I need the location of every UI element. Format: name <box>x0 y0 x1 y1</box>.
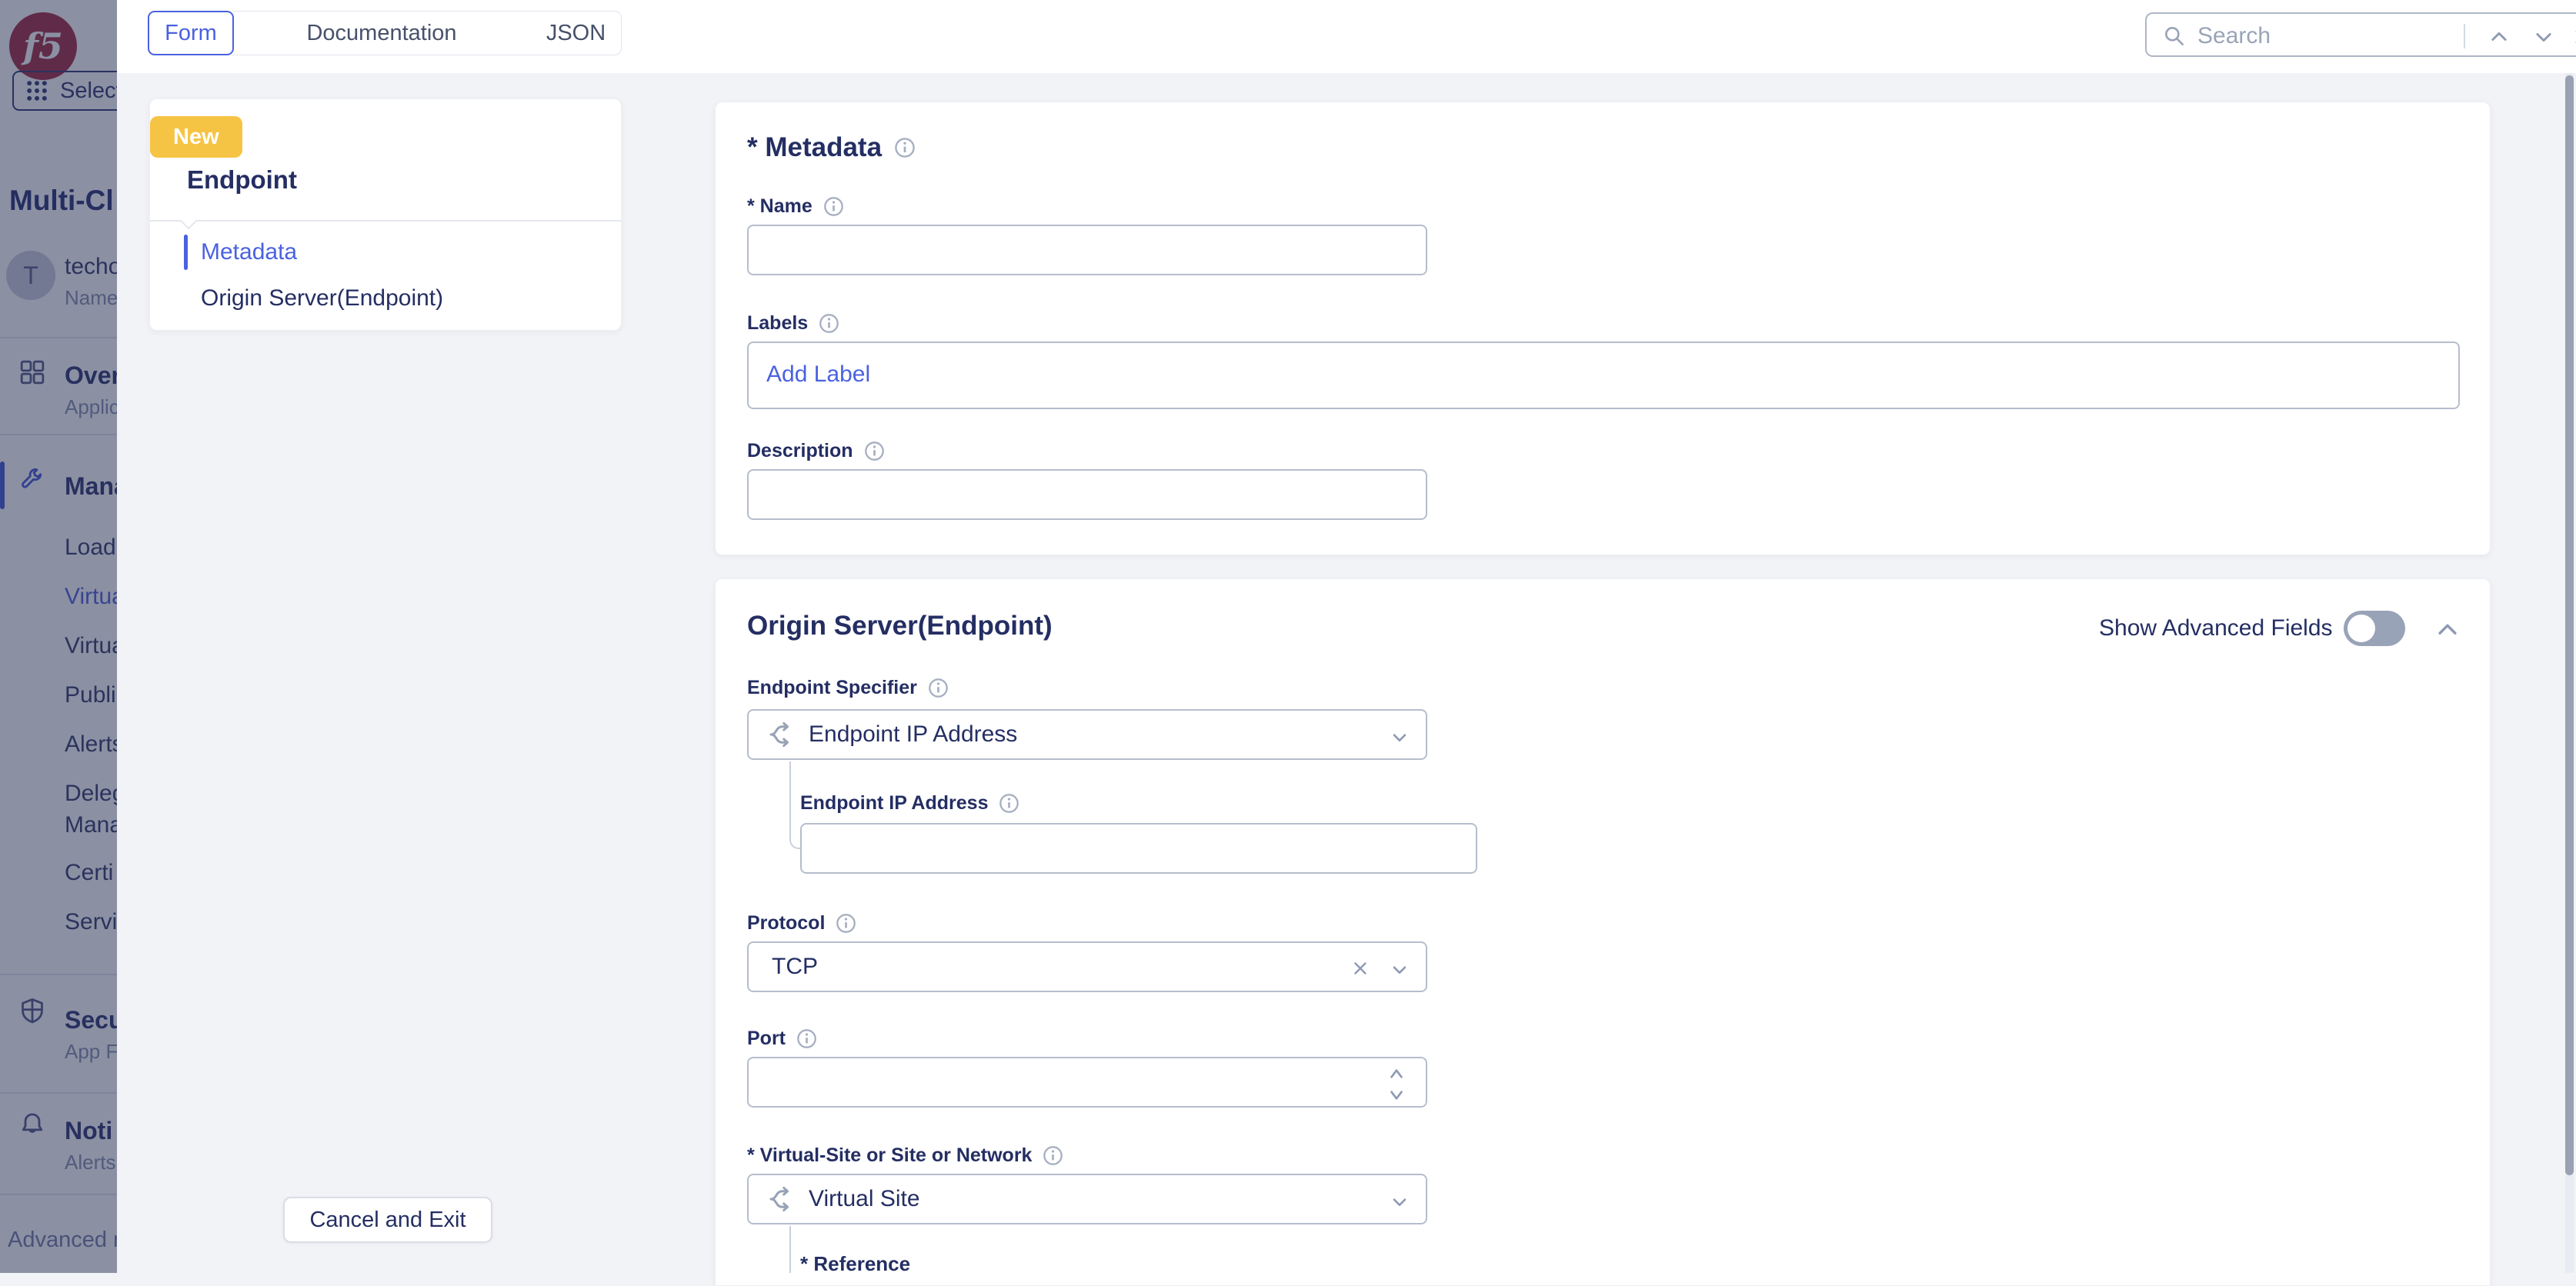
name-label-text: * Name <box>747 195 813 218</box>
divider <box>150 220 621 222</box>
show-advanced-fields-label: Show Advanced Fields <box>2099 615 2333 641</box>
site-value: Virtual Site <box>809 1186 920 1212</box>
search-placeholder: Search <box>2197 23 2271 49</box>
step-metadata[interactable]: Metadata <box>201 239 297 265</box>
endpoint-specifier-value: Endpoint IP Address <box>809 721 1017 748</box>
name-input[interactable] <box>747 225 1427 275</box>
protocol-label: Protocol <box>747 912 856 935</box>
endpoint-ip-label-text: Endpoint IP Address <box>800 792 988 815</box>
name-label: * Name <box>747 195 844 218</box>
tree-connector-line <box>789 761 791 801</box>
tab-json[interactable]: JSON <box>531 11 622 55</box>
reference-label: * Reference <box>800 1252 910 1276</box>
clear-value-icon[interactable] <box>1350 958 1370 978</box>
port-label-text: Port <box>747 1028 786 1050</box>
port-increment-icon[interactable] <box>1386 1066 1406 1081</box>
port-input[interactable] <box>747 1057 1427 1108</box>
info-icon[interactable] <box>819 313 839 334</box>
info-icon[interactable] <box>1043 1145 1063 1166</box>
info-icon[interactable] <box>836 913 856 934</box>
search-close-icon[interactable] <box>2571 26 2576 48</box>
endpoint-ip-label: Endpoint IP Address <box>800 792 1019 815</box>
tree-connector-line <box>789 1226 791 1273</box>
view-tabs: Form Documentation JSON <box>148 11 622 55</box>
one-of-branch-icon <box>766 720 795 749</box>
collapse-section-icon[interactable] <box>2434 617 2461 643</box>
info-icon[interactable] <box>999 793 1019 814</box>
description-label-text: Description <box>747 440 853 462</box>
endpoint-specifier-label-text: Endpoint Specifier <box>747 677 917 699</box>
origin-section-title-text: Origin Server(Endpoint) <box>747 611 1053 641</box>
chevron-down-icon <box>1389 1191 1410 1212</box>
protocol-label-text: Protocol <box>747 912 825 935</box>
port-label: Port <box>747 1028 817 1050</box>
wizard-title: Endpoint <box>187 165 297 195</box>
modal-dim-overlay <box>0 0 117 1273</box>
show-advanced-fields-toggle[interactable] <box>2344 611 2405 646</box>
description-input[interactable] <box>747 469 1427 520</box>
scrollbar-thumb[interactable] <box>2565 75 2574 1175</box>
site-select[interactable]: Virtual Site <box>747 1174 1427 1224</box>
one-of-branch-icon <box>766 1184 795 1214</box>
modal-header: Form Documentation JSON Search <box>117 0 2576 73</box>
wizard-panel: New Endpoint Metadata Origin Server(Endp… <box>149 98 622 331</box>
collapse-notch-icon <box>180 212 198 230</box>
site-label-text: * Virtual-Site or Site or Network <box>747 1144 1032 1167</box>
endpoint-ip-input[interactable] <box>800 823 1477 874</box>
search-prev-icon[interactable] <box>2488 26 2510 48</box>
info-icon[interactable] <box>796 1028 817 1049</box>
search-next-icon[interactable] <box>2533 26 2554 48</box>
origin-section-title: Origin Server(Endpoint) <box>747 611 1053 641</box>
endpoint-specifier-label: Endpoint Specifier <box>747 677 949 699</box>
protocol-select[interactable]: TCP <box>747 941 1427 992</box>
description-label: Description <box>747 440 885 462</box>
chevron-down-icon <box>1389 958 1410 980</box>
info-icon[interactable] <box>894 137 916 158</box>
chevron-down-icon <box>1389 726 1410 748</box>
tab-documentation[interactable]: Documentation <box>232 11 531 55</box>
add-label-button[interactable]: Add Label <box>766 361 870 388</box>
info-icon[interactable] <box>823 196 844 217</box>
step-origin-server[interactable]: Origin Server(Endpoint) <box>201 285 443 312</box>
divider <box>2464 24 2465 48</box>
labels-container[interactable] <box>747 341 2460 409</box>
site-label: * Virtual-Site or Site or Network <box>747 1144 1063 1167</box>
search-icon <box>2162 24 2187 48</box>
port-decrement-icon[interactable] <box>1386 1088 1406 1103</box>
active-step-indicator <box>184 235 188 270</box>
search-box[interactable]: Search <box>2145 12 2576 57</box>
info-icon[interactable] <box>864 441 885 461</box>
info-icon[interactable] <box>928 678 949 698</box>
labels-label: Labels <box>747 312 839 335</box>
cancel-and-exit-button[interactable]: Cancel and Exit <box>283 1197 492 1243</box>
protocol-value: TCP <box>772 954 818 980</box>
labels-label-text: Labels <box>747 312 808 335</box>
metadata-section-title-text: * Metadata <box>747 132 882 163</box>
status-badge: New <box>150 116 242 158</box>
endpoint-specifier-select[interactable]: Endpoint IP Address <box>747 709 1427 760</box>
metadata-section-title: * Metadata <box>747 132 916 163</box>
toggle-knob <box>2347 615 2375 642</box>
tab-form[interactable]: Form <box>148 11 234 55</box>
